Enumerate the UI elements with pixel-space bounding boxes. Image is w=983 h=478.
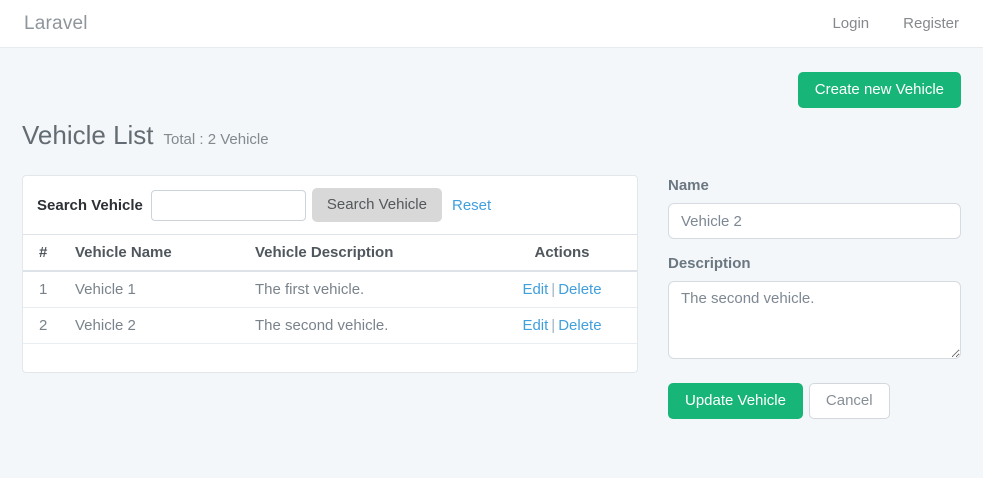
vehicle-list-panel: Search Vehicle Search Vehicle Reset # Ve… bbox=[22, 175, 638, 373]
actions-cell: Edit|Delete bbox=[487, 308, 637, 344]
column-header-description: Vehicle Description bbox=[243, 235, 487, 272]
vehicle-description-cell: The first vehicle. bbox=[243, 271, 487, 308]
total-count-text: Total : 2 Vehicle bbox=[164, 131, 269, 148]
page-head: Vehicle List Total : 2 Vehicle bbox=[22, 120, 961, 151]
login-link[interactable]: Login bbox=[832, 15, 869, 32]
edit-link[interactable]: Edit bbox=[522, 281, 548, 298]
vehicle-description-cell: The second vehicle. bbox=[243, 308, 487, 344]
vehicle-name-cell: Vehicle 2 bbox=[63, 308, 243, 344]
navbar-links: Login Register bbox=[832, 15, 959, 32]
main-content: Create new Vehicle Vehicle List Total : … bbox=[0, 72, 983, 419]
search-input[interactable] bbox=[151, 190, 306, 221]
description-label: Description bbox=[668, 255, 961, 272]
actions-cell: Edit|Delete bbox=[487, 271, 637, 308]
table-row: 2 Vehicle 2 The second vehicle. Edit|Del… bbox=[23, 308, 637, 344]
cancel-button[interactable]: Cancel bbox=[809, 383, 890, 419]
vehicle-name-cell: Vehicle 1 bbox=[63, 271, 243, 308]
form-buttons: Update Vehicle Cancel bbox=[668, 383, 961, 419]
create-new-vehicle-button[interactable]: Create new Vehicle bbox=[798, 72, 961, 108]
action-separator: | bbox=[551, 317, 555, 334]
register-link[interactable]: Register bbox=[903, 15, 959, 32]
delete-link[interactable]: Delete bbox=[558, 281, 601, 298]
description-field-group: Description The second vehicle. bbox=[668, 255, 961, 365]
name-label: Name bbox=[668, 177, 961, 194]
update-vehicle-button[interactable]: Update Vehicle bbox=[668, 383, 803, 419]
edit-link[interactable]: Edit bbox=[522, 317, 548, 334]
name-field-group: Name bbox=[668, 177, 961, 239]
action-separator: | bbox=[551, 281, 555, 298]
page-title: Vehicle List bbox=[22, 120, 154, 151]
vehicle-edit-form: Name Description The second vehicle. Upd… bbox=[668, 175, 961, 419]
name-input[interactable] bbox=[668, 203, 961, 239]
create-row: Create new Vehicle bbox=[22, 72, 961, 108]
navbar: Laravel Login Register bbox=[0, 0, 983, 48]
delete-link[interactable]: Delete bbox=[558, 317, 601, 334]
brand-link[interactable]: Laravel bbox=[24, 13, 88, 35]
column-header-name: Vehicle Name bbox=[63, 235, 243, 272]
column-header-num: # bbox=[23, 235, 63, 272]
table-row: 1 Vehicle 1 The first vehicle. Edit|Dele… bbox=[23, 271, 637, 308]
row-number: 2 bbox=[23, 308, 63, 344]
search-label: Search Vehicle bbox=[37, 197, 143, 214]
description-textarea[interactable]: The second vehicle. bbox=[668, 281, 961, 359]
column-header-actions: Actions bbox=[487, 235, 637, 272]
vehicle-table: # Vehicle Name Vehicle Description Actio… bbox=[23, 234, 637, 344]
reset-link[interactable]: Reset bbox=[452, 197, 491, 214]
vehicle-list-card: Search Vehicle Search Vehicle Reset # Ve… bbox=[22, 175, 638, 373]
search-form: Search Vehicle Search Vehicle Reset bbox=[23, 176, 637, 234]
row-number: 1 bbox=[23, 271, 63, 308]
table-header-row: # Vehicle Name Vehicle Description Actio… bbox=[23, 235, 637, 272]
search-button[interactable]: Search Vehicle bbox=[312, 188, 442, 222]
